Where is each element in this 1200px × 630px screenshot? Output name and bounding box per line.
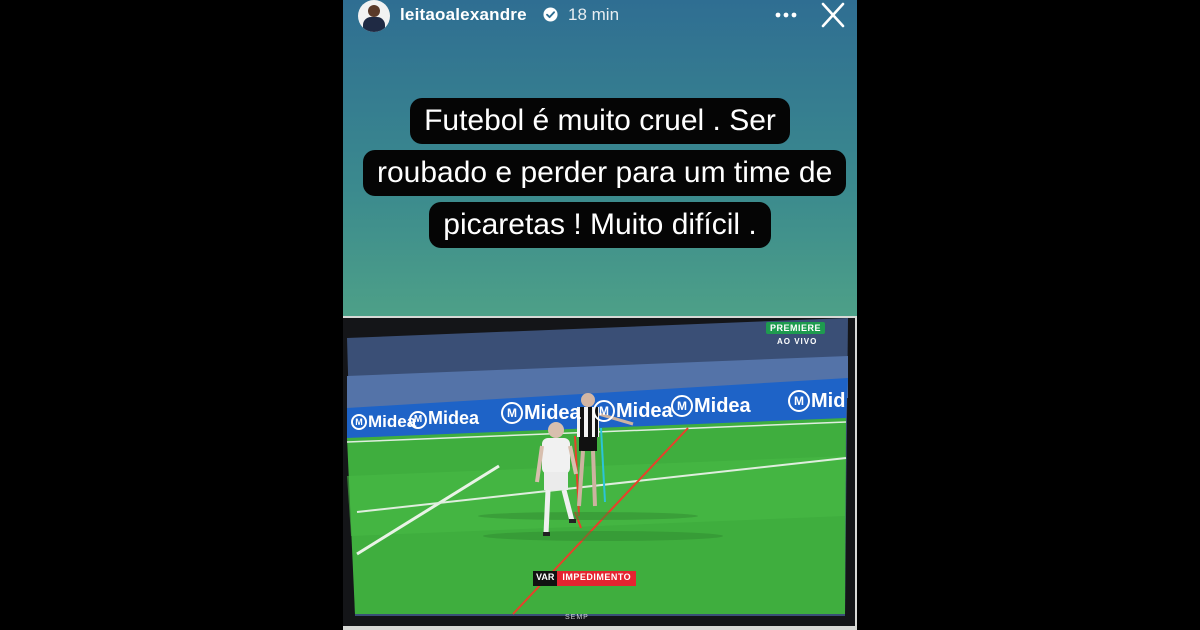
caption-line: picaretas ! Muito difícil . [429, 202, 771, 248]
ad-board-text: M Midea [351, 412, 416, 432]
ad-board-text: M Midea [409, 408, 479, 429]
avatar[interactable] [358, 0, 390, 32]
ad-board-text: M Midea [501, 402, 581, 425]
avatar-head [368, 5, 380, 17]
ad-board-text: M Mid [788, 390, 845, 413]
channel-logo: PREMIERE [766, 322, 826, 334]
ad-board-text: M Midea [671, 395, 751, 418]
close-icon[interactable] [818, 0, 848, 30]
tv-brand-logo: SEMP [565, 614, 589, 621]
var-offside-badge: VAR IMPEDIMENTO [533, 571, 637, 586]
ad-board-text: M Midea [593, 400, 673, 423]
caption-line: Futebol é muito cruel . Ser [410, 98, 790, 144]
live-label: AO VIVO [777, 337, 818, 346]
story-timestamp: 18 min [568, 5, 620, 24]
var-label: VAR [533, 571, 558, 586]
verified-check-icon [543, 7, 558, 22]
tv-photo: M Midea M Midea M Midea M Midea M Midea M Mid … [343, 316, 857, 630]
avatar-suit [363, 17, 385, 32]
more-options-icon[interactable] [773, 4, 799, 26]
story-header: leitaoalexandre 18 min [343, 0, 857, 44]
offside-label: IMPEDIMENTO [557, 571, 637, 586]
story-panel: leitaoalexandre 18 min Futebol é muito c… [343, 0, 857, 630]
story-caption: Futebol é muito cruel . Ser roubado e pe… [363, 98, 847, 254]
caption-line: roubado e perder para um time de [363, 150, 847, 196]
username[interactable]: leitaoalexandre [400, 5, 527, 25]
